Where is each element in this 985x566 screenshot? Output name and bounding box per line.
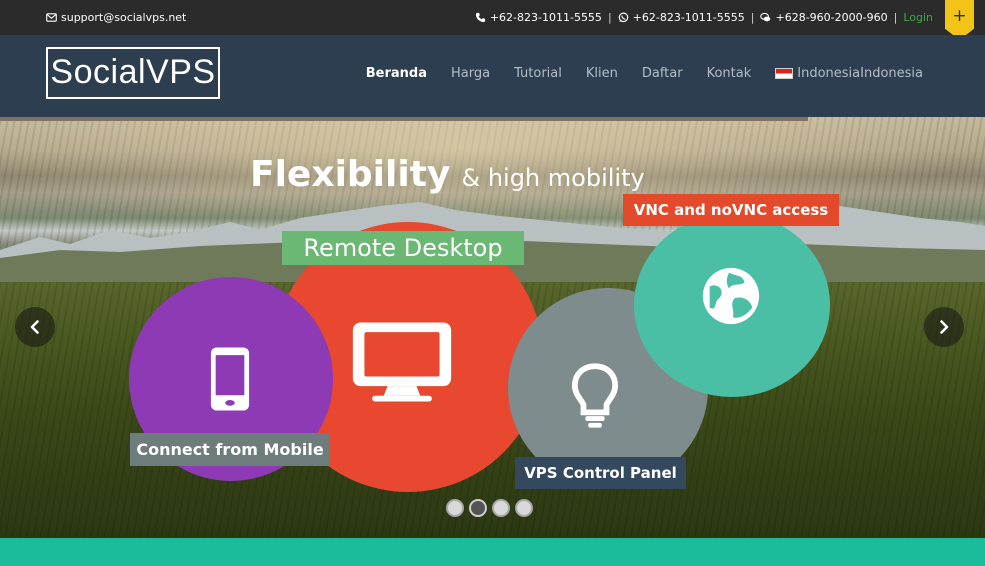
phone-number-1[interactable]: +62-823-1011-5555: [490, 11, 602, 24]
separator: |: [750, 11, 755, 24]
phone-number-2[interactable]: +62-823-1011-5555: [633, 11, 745, 24]
chat-icon: [760, 12, 771, 22]
main-menu: Beranda Harga Tutorial Klien Daftar Kont…: [342, 66, 923, 81]
top-bar: support@socialvps.net +62-823-1011-5555 …: [0, 0, 985, 40]
hero-title: Flexibility: [250, 154, 451, 195]
vnc-circle: [634, 213, 830, 397]
whatsapp-icon: [618, 12, 628, 23]
vps-control-panel-label: VPS Control Panel: [515, 457, 686, 489]
language-label: IndonesiaIndonesia: [797, 66, 923, 81]
slide-dot-1[interactable]: [446, 499, 464, 517]
indonesia-flag-icon: [775, 68, 794, 79]
slider-pagination: [446, 499, 533, 517]
vnc-access-label: VNC and noVNC access: [623, 194, 839, 226]
slide-dot-2[interactable]: [469, 499, 487, 517]
plus-icon: +: [952, 6, 967, 26]
slide-dot-4[interactable]: [515, 499, 533, 517]
hero-slider: Flexibility & high mobility Remote Deskt…: [0, 117, 985, 538]
slider-next-button[interactable]: [924, 307, 964, 347]
site-logo[interactable]: SocialVPS: [46, 47, 220, 99]
lightbulb-icon: [571, 363, 619, 428]
mobile-phone-icon: [210, 347, 250, 411]
nav-item-klien[interactable]: Klien: [586, 66, 618, 81]
nav-item-harga[interactable]: Harga: [451, 66, 490, 81]
separator: |: [893, 11, 898, 24]
connect-mobile-label: Connect from Mobile: [130, 433, 330, 466]
slider-prev-button[interactable]: [15, 307, 55, 347]
nav-item-kontak[interactable]: Kontak: [707, 66, 752, 81]
hero-subtitle: & high mobility: [461, 164, 645, 192]
phone-icon: [475, 12, 485, 23]
nav-item-daftar[interactable]: Daftar: [642, 66, 683, 81]
section-band: [0, 538, 985, 566]
email-text: support@socialvps.net: [61, 11, 187, 24]
hero-heading: Flexibility & high mobility: [250, 154, 645, 195]
globe-icon: [702, 267, 760, 325]
chevron-left-icon: [30, 320, 39, 334]
contact-phones: +62-823-1011-5555 | +62-823-1011-5555 | …: [475, 11, 933, 24]
chat-number[interactable]: +628-960-2000-960: [775, 11, 887, 24]
envelope-icon: [46, 13, 57, 22]
nav-item-tutorial[interactable]: Tutorial: [514, 66, 562, 81]
monitor-icon: [352, 322, 452, 402]
hero-top-border: [0, 117, 808, 121]
expand-ribbon-button[interactable]: +: [945, 0, 974, 40]
chevron-right-icon: [940, 320, 949, 334]
remote-desktop-label: Remote Desktop: [282, 231, 524, 265]
login-link[interactable]: Login: [903, 11, 933, 24]
slide-dot-3[interactable]: [492, 499, 510, 517]
language-selector[interactable]: IndonesiaIndonesia: [775, 66, 923, 81]
contact-email[interactable]: support@socialvps.net: [46, 11, 186, 24]
separator: |: [607, 11, 612, 24]
main-navbar: SocialVPS Beranda Harga Tutorial Klien D…: [0, 35, 985, 117]
nav-item-beranda[interactable]: Beranda: [366, 66, 427, 81]
